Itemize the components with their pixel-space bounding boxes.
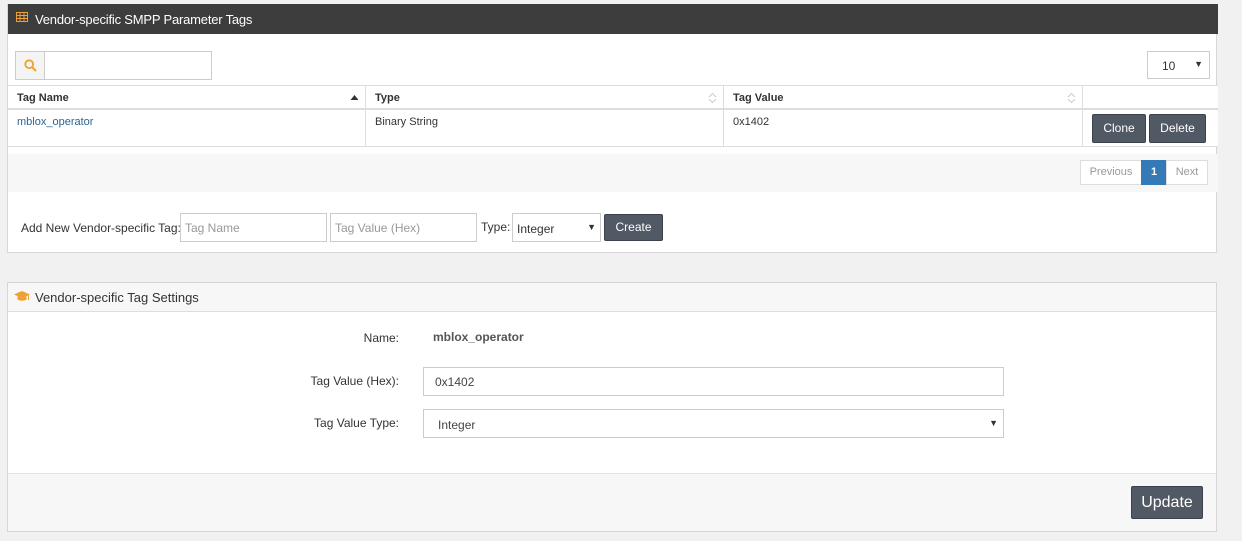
table-icon [16, 12, 28, 22]
search-input[interactable] [46, 52, 210, 79]
pagination-page-1[interactable]: 1 [1141, 160, 1167, 185]
sort-ascending-icon [350, 95, 359, 100]
tag-settings-title: Vendor-specific Tag Settings [35, 290, 199, 305]
search-box [15, 51, 212, 80]
tag-settings-panel: Vendor-specific Tag Settings Name: mblox… [7, 282, 1217, 532]
tag-settings-header: Vendor-specific Tag Settings [8, 283, 1216, 312]
new-tag-type-label: Type: [481, 220, 511, 234]
column-header-actions [1083, 86, 1218, 108]
new-tag-name-input[interactable] [180, 213, 327, 242]
create-button[interactable]: Create [604, 214, 663, 241]
new-tag-type-select[interactable]: Integer ▼ [512, 213, 601, 242]
tags-panel: Vendor-specific SMPP Parameter Tags 10 ▼… [7, 4, 1218, 253]
cell-tag-value: 0x1402 [724, 110, 1083, 146]
page-size-select[interactable]: 10 ▼ [1147, 51, 1210, 79]
new-tag-value-input[interactable] [330, 213, 477, 242]
pagination-previous[interactable]: Previous [1080, 160, 1142, 185]
chevron-down-icon: ▼ [1194, 59, 1203, 69]
column-header-tag-name[interactable]: Tag Name [8, 86, 366, 108]
search-icon [24, 59, 37, 72]
cell-type: Binary String [366, 110, 724, 146]
add-tag-label: Add New Vendor-specific Tag: [21, 221, 181, 235]
column-header-tag-value[interactable]: Tag Value [724, 86, 1083, 108]
cell-tag-name: mblox_operator [8, 110, 366, 146]
name-value: mblox_operator [433, 330, 524, 344]
column-header-type[interactable]: Type [366, 86, 724, 108]
chevron-down-icon: ▼ [587, 222, 596, 232]
tag-value-hex-label: Tag Value (Hex): [310, 374, 399, 388]
delete-button[interactable]: Delete [1149, 114, 1206, 143]
page-size-value: 10 [1162, 59, 1176, 73]
search-button[interactable] [16, 52, 45, 79]
tags-panel-title: Vendor-specific SMPP Parameter Tags [35, 12, 253, 27]
name-label: Name: [363, 331, 399, 345]
pagination-next[interactable]: Next [1166, 160, 1208, 185]
pagination: Previous 1 Next [8, 154, 1218, 192]
tag-value-type-label: Tag Value Type: [314, 416, 399, 430]
sort-icon [1067, 92, 1076, 104]
tags-panel-header: Vendor-specific SMPP Parameter Tags [8, 4, 1218, 34]
tag-value-hex-input[interactable] [423, 367, 1004, 396]
table-header: Tag Name Type Tag Value [8, 85, 1218, 110]
add-tag-form: Add New Vendor-specific Tag: Type: Integ… [8, 212, 1218, 244]
table-row: mblox_operator Binary String 0x1402 Clon… [8, 110, 1218, 147]
sort-icon [708, 92, 717, 104]
tag-settings-footer: Update [8, 473, 1216, 531]
clone-button[interactable]: Clone [1092, 114, 1146, 143]
graduation-cap-icon [14, 291, 30, 301]
chevron-down-icon: ▼ [989, 418, 998, 428]
tag-value-type-select[interactable]: Integer ▼ [423, 409, 1004, 438]
update-button[interactable]: Update [1131, 486, 1203, 519]
tag-name-link[interactable]: mblox_operator [17, 116, 93, 128]
